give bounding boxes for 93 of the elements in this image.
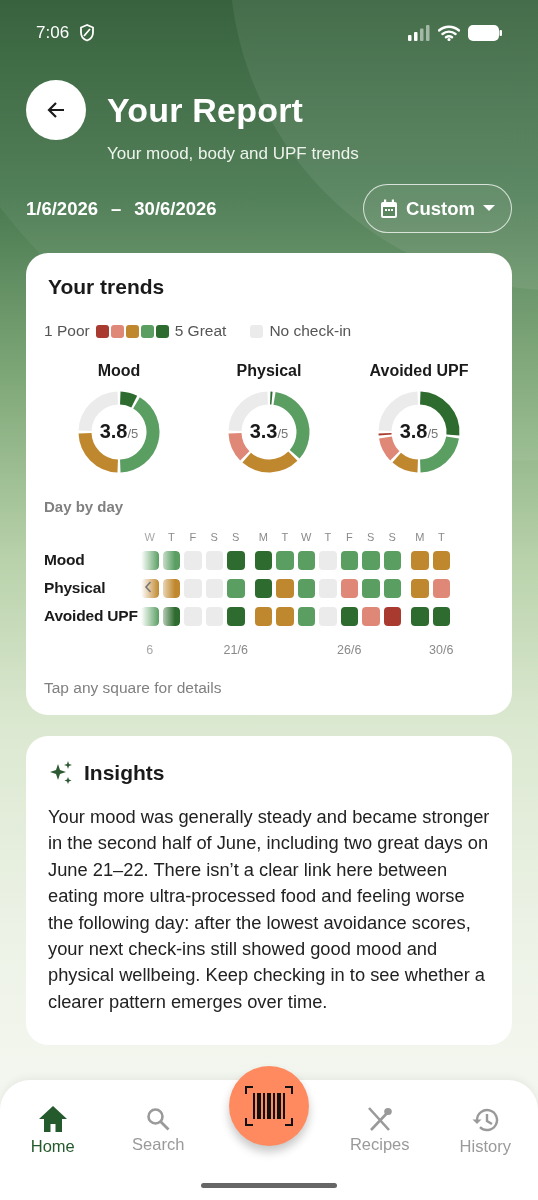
row-label: Physical (44, 578, 107, 598)
nav-tab[interactable]: Recipes (327, 1080, 433, 1164)
nav-tab[interactable]: History (432, 1080, 538, 1164)
day-square[interactable] (362, 578, 380, 598)
day-square[interactable] (432, 550, 450, 570)
nav-tab[interactable]: Home (0, 1080, 106, 1164)
insight-paragraph: Your mood was generally steady and became stronger in the second half of June, including two great days on June 21–22. There isn’t a clear link here between eating more ultra-processed food and feeling worse the following day: after the lowest avoidance scores, your next check-ins still showed good mood and physical wellbeing. Keep checking in to see whether a clearer pattern emerges over time. (48, 805, 490, 1014)
day-square[interactable] (362, 606, 380, 626)
calendar-icon (380, 198, 399, 219)
day-square[interactable] (383, 550, 401, 570)
weekday-label: T (323, 531, 333, 543)
day-square[interactable] (162, 606, 180, 626)
row-label: Avoided UPF (44, 606, 139, 626)
weekday-label: F (344, 531, 354, 543)
date-label: 30/6 (429, 643, 454, 657)
weekday-label: S (231, 531, 241, 543)
day-square[interactable] (227, 606, 245, 626)
shield-icon (79, 24, 96, 42)
day-square[interactable] (432, 578, 450, 598)
day-square[interactable] (383, 578, 401, 598)
day-square[interactable] (362, 550, 380, 570)
weekday-label: F (188, 531, 198, 543)
day-square[interactable] (162, 550, 180, 570)
day-square[interactable] (411, 550, 429, 570)
date-range-dropdown[interactable]: Custom (363, 184, 512, 233)
day-square[interactable] (340, 578, 358, 598)
day-square[interactable] (432, 606, 450, 626)
day-square[interactable] (162, 578, 180, 598)
wifi-icon (438, 25, 460, 41)
weekday-label: M (414, 531, 426, 543)
weekday-label: S (366, 531, 376, 543)
date-label: 26/6 (337, 643, 362, 657)
metric-label: Avoided UPF (369, 362, 469, 380)
signal-icon (408, 25, 430, 41)
back-button[interactable] (26, 80, 86, 140)
battery-icon (468, 24, 502, 42)
day-square[interactable] (276, 578, 294, 598)
average-score: 3.3/5 (248, 420, 290, 443)
history-icon (471, 1107, 500, 1133)
weekday-label: S (209, 531, 219, 543)
caret-down-icon (482, 205, 495, 212)
hint-text: Tap any square for details (44, 679, 223, 697)
page-subtitle: Your mood, body and UPF trends (107, 144, 360, 164)
weekday-label: W (143, 531, 156, 543)
home-icon (37, 1105, 68, 1133)
weekday-label: W (300, 531, 313, 543)
day-square[interactable] (276, 606, 294, 626)
legend-label: No check-in (269, 322, 352, 340)
legend-label: 1 Poor (44, 322, 90, 340)
day-square[interactable] (276, 550, 294, 570)
day-square[interactable] (297, 578, 315, 598)
day-square[interactable] (141, 550, 159, 570)
date-separator: – (111, 197, 122, 220)
weekday-label: T (166, 531, 176, 543)
fork-and-spoon-icon (366, 1107, 393, 1131)
card-title: Insights (84, 761, 165, 785)
day-square[interactable] (411, 606, 429, 626)
end-date: 30/6/2026 (134, 197, 217, 220)
start-date: 1/6/2026 (26, 197, 98, 220)
average-score: 3.8/5 (398, 420, 440, 443)
chevron-left-icon[interactable] (144, 581, 152, 593)
search-icon (146, 1107, 171, 1131)
row-label: Mood (44, 550, 86, 570)
metric-label: Physical (236, 362, 302, 380)
clock-time: 7:06 (36, 23, 70, 43)
barcode-scan-icon (245, 1086, 293, 1126)
weekday-label: S (387, 531, 397, 543)
scan-button[interactable] (229, 1066, 309, 1146)
weekday-label: T (436, 531, 446, 543)
day-square[interactable] (340, 550, 358, 570)
day-square[interactable] (227, 550, 245, 570)
average-score: 3.8/5 (98, 420, 140, 443)
day-square[interactable] (383, 606, 401, 626)
section-label: Day by day (44, 498, 125, 515)
weekday-label: M (257, 531, 269, 543)
card-title: Your trends (48, 275, 166, 299)
day-square[interactable] (297, 550, 315, 570)
weekday-label: T (280, 531, 290, 543)
day-square[interactable] (254, 606, 272, 626)
day-square[interactable] (254, 550, 272, 570)
day-square[interactable] (254, 578, 272, 598)
metric-label: Mood (97, 362, 141, 380)
nav-tab[interactable]: Search (105, 1080, 211, 1164)
day-square[interactable] (141, 606, 159, 626)
day-square[interactable] (411, 578, 429, 598)
day-square[interactable] (297, 606, 315, 626)
day-square[interactable] (227, 578, 245, 598)
day-square[interactable] (340, 606, 358, 626)
day-square[interactable] (141, 578, 159, 598)
page-title: Your Report (107, 90, 304, 130)
date-label: 6 (146, 643, 154, 657)
legend-label: 5 Great (174, 322, 227, 340)
date-label: 21/6 (223, 643, 248, 657)
